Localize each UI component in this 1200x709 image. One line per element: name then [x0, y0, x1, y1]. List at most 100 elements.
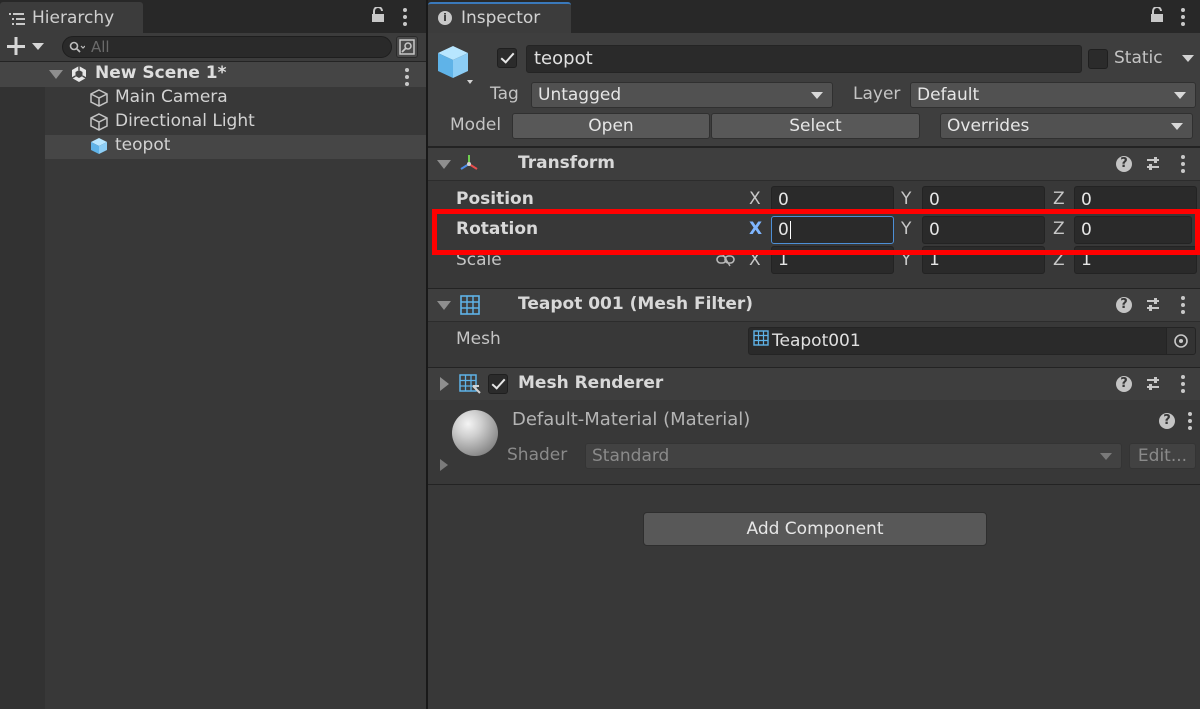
help-icon[interactable]: ?	[1116, 156, 1132, 172]
presets-icon[interactable]	[1145, 156, 1161, 177]
hierarchy-list-icon	[9, 11, 25, 25]
model-label: Model	[450, 115, 502, 135]
lock-icon[interactable]	[371, 6, 385, 23]
check-icon	[500, 49, 515, 64]
hierarchy-tab[interactable]: Hierarchy	[0, 2, 143, 33]
object-picker-icon[interactable]	[1166, 328, 1195, 354]
position-z-axis[interactable]: Z	[1053, 189, 1065, 209]
scene-name: New Scene 1*	[95, 63, 227, 83]
add-dropdown-chevron-icon[interactable]	[32, 43, 44, 50]
search-placeholder: All	[91, 38, 110, 56]
position-x-axis[interactable]: X	[749, 189, 761, 209]
info-icon: i	[438, 11, 452, 25]
mesh-filter-grid-icon	[460, 295, 480, 320]
hierarchy-item-label: Directional Light	[115, 111, 255, 131]
mesh-value: Teapot001	[772, 331, 861, 351]
hierarchy-item-directional-light[interactable]: Directional Light	[45, 111, 426, 135]
tag-dropdown[interactable]: Untagged	[531, 82, 833, 108]
inspector-menu-icon[interactable]	[1181, 8, 1185, 29]
material-sphere-preview	[452, 410, 498, 456]
scene-menu-icon[interactable]	[405, 68, 409, 89]
help-icon[interactable]: ?	[1116, 376, 1132, 392]
hierarchy-search-field[interactable]: All	[62, 36, 392, 58]
chevron-down-icon	[1174, 92, 1186, 99]
add-component-button[interactable]: Add Component	[643, 512, 987, 546]
scene-row[interactable]: New Scene 1*	[0, 62, 426, 87]
material-foldout-icon[interactable]	[440, 459, 448, 471]
object-name-field[interactable]: teopot	[526, 45, 1082, 73]
material-menu-icon[interactable]	[1188, 412, 1192, 433]
inspector-lock-icon[interactable]	[1150, 6, 1164, 23]
static-checkbox[interactable]	[1088, 49, 1108, 69]
position-y-axis[interactable]: Y	[901, 189, 911, 209]
foldout-collapsed-icon[interactable]	[440, 377, 449, 391]
shader-dropdown[interactable]: Standard	[585, 443, 1122, 469]
component-menu-icon[interactable]	[1181, 296, 1185, 317]
shader-label: Shader	[507, 445, 568, 465]
hierarchy-panel: Hierarchy All New Scene 1* Main Camera D…	[0, 0, 426, 709]
shader-edit-button[interactable]: Edit...	[1129, 443, 1196, 469]
select-button[interactable]: Select	[711, 113, 920, 139]
open-button-label: Open	[588, 116, 634, 136]
select-button-label: Select	[789, 116, 842, 136]
scene-search-icon[interactable]	[396, 36, 418, 58]
add-icon[interactable]	[7, 37, 27, 57]
foldout-icon[interactable]	[437, 160, 451, 169]
transform-icon	[458, 153, 480, 178]
help-icon[interactable]: ?	[1116, 297, 1132, 313]
active-checkbox[interactable]	[497, 48, 517, 68]
mesh-renderer-icon	[459, 374, 481, 399]
presets-icon[interactable]	[1145, 376, 1161, 397]
layer-value: Default	[917, 85, 980, 105]
check-icon	[491, 375, 506, 390]
hierarchy-menu-icon[interactable]	[403, 8, 407, 29]
mesh-renderer-enabled-checkbox[interactable]	[488, 374, 508, 394]
mesh-renderer-title: Mesh Renderer	[518, 373, 664, 393]
mesh-asset-icon	[753, 328, 769, 354]
search-icon	[69, 40, 86, 60]
hierarchy-item-main-camera[interactable]: Main Camera	[45, 87, 426, 111]
tag-value: Untagged	[538, 85, 622, 105]
inspector-tab-label: Inspector	[461, 8, 541, 28]
hierarchy-item-label: Main Camera	[115, 87, 228, 107]
layer-label: Layer	[853, 84, 901, 104]
static-label: Static	[1114, 48, 1163, 68]
component-menu-icon[interactable]	[1181, 375, 1185, 396]
layer-dropdown[interactable]: Default	[910, 82, 1196, 108]
chevron-down-icon	[1100, 453, 1112, 460]
static-dropdown-chevron-icon[interactable]	[1182, 55, 1194, 62]
position-z-value: 0	[1081, 190, 1092, 210]
chevron-down-icon	[811, 92, 823, 99]
mesh-object-field[interactable]: Teapot001	[748, 327, 1196, 355]
scene-foldout-icon[interactable]	[49, 70, 63, 79]
hierarchy-item-label: teopot	[115, 135, 171, 155]
shader-value: Standard	[592, 446, 670, 466]
gameobject-cube-icon	[89, 112, 109, 137]
inspector-tab[interactable]: i Inspector	[428, 2, 571, 33]
overrides-dropdown[interactable]: Overrides	[940, 113, 1193, 139]
component-menu-icon[interactable]	[1181, 155, 1185, 176]
edit-button-label: Edit...	[1137, 446, 1188, 466]
hierarchy-item-teopot[interactable]: teopot	[45, 135, 426, 159]
prefab-object-icon[interactable]	[438, 44, 478, 86]
transform-header[interactable]: Transform ?	[428, 147, 1200, 181]
help-icon[interactable]: ?	[1159, 413, 1175, 429]
constrain-proportions-icon[interactable]	[716, 252, 736, 272]
chevron-down-icon	[1171, 123, 1183, 130]
mesh-renderer-header[interactable]: Mesh Renderer ?	[428, 367, 1200, 401]
foldout-icon[interactable]	[437, 301, 451, 310]
presets-icon[interactable]	[1145, 297, 1161, 318]
position-y-value: 0	[929, 190, 940, 210]
mesh-label: Mesh	[456, 329, 501, 349]
open-button[interactable]: Open	[512, 113, 710, 139]
position-x-value: 0	[778, 190, 789, 210]
mesh-filter-header[interactable]: Teapot 001 (Mesh Filter) ?	[428, 288, 1200, 322]
unity-scene-icon	[70, 65, 88, 83]
gameobject-cube-icon	[89, 88, 109, 113]
mesh-filter-title: Teapot 001 (Mesh Filter)	[518, 294, 754, 314]
rotation-highlight-box	[432, 209, 1200, 255]
object-name-value: teopot	[534, 48, 593, 69]
add-component-label: Add Component	[746, 519, 884, 539]
hierarchy-tab-label: Hierarchy	[32, 8, 115, 28]
transform-title: Transform	[518, 153, 615, 173]
